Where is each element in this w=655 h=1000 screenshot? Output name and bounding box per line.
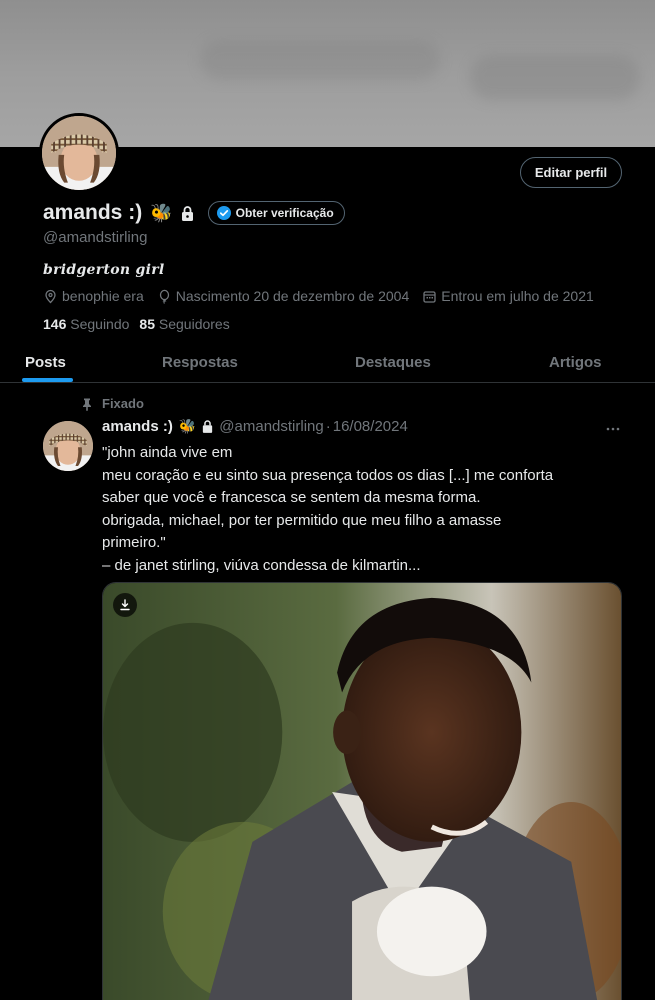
- location-text: benophie era: [62, 288, 144, 304]
- location-item: benophie era: [43, 288, 144, 304]
- profile-name-row: amands :) 🐝 Obter verificação: [43, 199, 345, 227]
- following-link[interactable]: 146 Seguindo: [43, 316, 129, 332]
- post-media[interactable]: [102, 582, 622, 1000]
- download-icon: [120, 599, 130, 611]
- followers-count: 85: [139, 316, 155, 332]
- birthday-item: Nascimento 20 de dezembro de 2004: [157, 288, 409, 304]
- lock-icon: [181, 205, 193, 221]
- download-button[interactable]: [113, 593, 137, 617]
- post-line: meu coração e eu sinto sua presença todo…: [102, 466, 554, 484]
- post-date[interactable]: 16/08/2024: [333, 418, 408, 435]
- following-count: 146: [43, 316, 67, 332]
- pinned-label: Fixado: [102, 396, 144, 411]
- more-icon[interactable]: [603, 419, 623, 439]
- edit-profile-button[interactable]: Editar perfil: [520, 157, 622, 188]
- lock-icon: [203, 420, 213, 433]
- pinned-indicator: Fixado: [80, 396, 144, 411]
- post-separator: ·: [325, 418, 331, 435]
- post-line: saber que você e francesca se sentem da …: [102, 489, 481, 506]
- post-media-image: [103, 583, 621, 1000]
- location-icon: [45, 289, 56, 303]
- profile-handle: @amandstirling: [43, 229, 148, 246]
- post-header: amands :) 🐝 @amandstirling · 16/08/2024: [102, 418, 408, 435]
- pin-icon: [83, 398, 91, 411]
- followers-label: Seguidores: [158, 316, 230, 332]
- post-author-avatar[interactable]: [43, 421, 93, 471]
- profile-avatar[interactable]: [39, 113, 119, 193]
- bee-emoji: 🐝: [178, 418, 197, 434]
- tab-replies[interactable]: Respostas: [162, 342, 238, 382]
- joined-text: Entrou em julho de 2021: [441, 288, 594, 304]
- birthday-text: Nascimento 20 de dezembro de 2004: [175, 288, 410, 304]
- birthday-icon: [159, 289, 169, 304]
- profile-tabs: Posts Respostas Destaques Artigos: [0, 342, 655, 383]
- tab-highlights[interactable]: Destaques: [355, 342, 431, 382]
- post-line: obrigada, michael, por ter permitido que…: [102, 511, 502, 529]
- tab-articles[interactable]: Artigos: [549, 342, 602, 382]
- tab-posts[interactable]: Posts: [25, 342, 66, 382]
- post-line: "john ainda vive em: [102, 444, 233, 461]
- post-line: – de janet stirling, viúva condessa de k…: [102, 556, 421, 574]
- calendar-icon: [423, 290, 436, 303]
- following-label: Seguindo: [70, 316, 130, 332]
- get-verified-label: Obter verificação: [235, 206, 334, 220]
- post-author-handle[interactable]: @amandstirling: [219, 418, 323, 435]
- get-verified-button[interactable]: Obter verificação: [207, 201, 345, 225]
- verified-badge-icon: [216, 206, 231, 220]
- post-line: primeiro.": [102, 534, 166, 551]
- post-author-name[interactable]: amands :): [102, 418, 173, 435]
- post-text: "john ainda vive em meu coração e eu sin…: [102, 442, 622, 577]
- joined-item: Entrou em julho de 2021: [422, 288, 594, 304]
- bee-emoji: 🐝: [150, 202, 173, 223]
- follow-stats: 146 Seguindo 85 Seguidores: [43, 316, 230, 332]
- display-name: amands :): [43, 201, 143, 224]
- followers-link[interactable]: 85 Seguidores: [139, 316, 229, 332]
- profile-meta: benophie era Nascimento 20 de dezembro d…: [43, 288, 607, 304]
- profile-bio: bridgerton girl: [43, 262, 165, 278]
- active-tab-indicator: [22, 378, 73, 382]
